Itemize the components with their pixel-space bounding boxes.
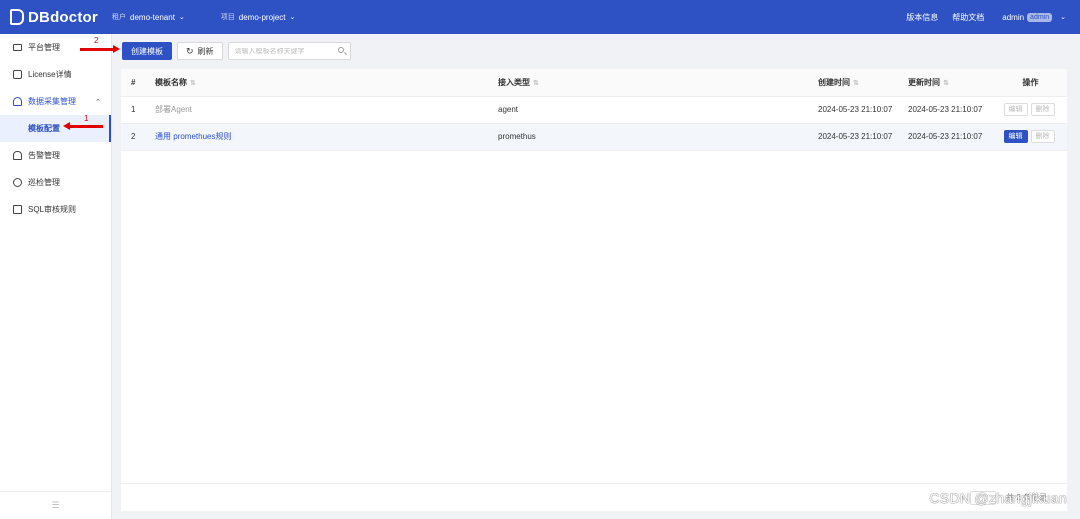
cycle-icon xyxy=(13,178,22,187)
create-template-button[interactable]: 创建模板 xyxy=(122,42,172,60)
edit-button[interactable]: 编辑 xyxy=(1003,103,1028,116)
refresh-icon: ↻ xyxy=(186,45,194,56)
column-header-index: # xyxy=(121,69,145,97)
project-label: 项目 xyxy=(220,14,235,21)
sidebar-collapse-button[interactable]: ☰ xyxy=(0,491,111,519)
row-name: 部署Agent xyxy=(145,96,488,124)
row-updated: 2024-05-23 21:10:07 xyxy=(898,96,994,124)
app-logo[interactable]: DBdoctor xyxy=(0,9,112,26)
template-name: 部署Agent xyxy=(155,105,192,114)
sidebar-item-label: 模板配置 xyxy=(28,124,60,133)
sidebar-item-sql-audit[interactable]: SQL审核规则 xyxy=(0,196,111,223)
user-role-badge: admin xyxy=(1027,12,1053,22)
sidebar-item-template-config[interactable]: 模板配置 xyxy=(0,115,111,142)
sort-icon[interactable]: ⇅ xyxy=(943,80,949,87)
watermark: CSDN @zhangjikuan xyxy=(929,490,1067,506)
help-docs-link[interactable]: 帮助文档 xyxy=(952,12,984,23)
template-table-panel: # 模板名称 ⇅ 接入类型 ⇅ 创建时间 ⇅ 更新时间 ⇅ 操作 1 部署Agent a… xyxy=(121,69,1067,511)
column-header-created[interactable]: 创建时间 ⇅ xyxy=(808,69,898,97)
tenant-label: 租户 xyxy=(112,14,126,21)
menu-collapse-icon: ☰ xyxy=(51,500,60,510)
tenant-value: demo-tenant xyxy=(130,12,175,22)
sidebar-item-label: 平台管理 xyxy=(28,43,60,52)
document-icon xyxy=(13,205,22,214)
annotation-arrow-right xyxy=(80,45,120,53)
top-navigation-bar: DBdoctor 租户 demo-tenant ⌄ 项目 demo-projec… xyxy=(0,0,1080,34)
edit-button[interactable]: 编辑 xyxy=(1003,130,1028,143)
people-icon xyxy=(13,97,22,106)
user-menu[interactable]: admin admin ⌄ xyxy=(1002,12,1066,22)
annotation-number-1: 1 xyxy=(84,114,89,123)
row-type: agent xyxy=(488,96,808,124)
column-header-actions: 操作 xyxy=(994,69,1067,97)
sidebar-item-alerts[interactable]: 告警管理 xyxy=(0,142,111,169)
sidebar-item-label: 数据采集管理 xyxy=(28,97,76,106)
table-row: 2 通用 promethues规则 promethus 2024-05-23 2… xyxy=(121,123,1067,151)
chevron-down-icon: ⌄ xyxy=(178,14,185,21)
refresh-button-label: 刷新 xyxy=(197,46,214,56)
pagination: ‹ 共 2 条记录 xyxy=(121,483,1067,511)
column-header-type[interactable]: 接入类型 ⇅ xyxy=(488,69,808,97)
dbdoctor-logo-icon xyxy=(10,9,24,25)
chevron-down-icon: ⌄ xyxy=(1060,14,1066,21)
sidebar-item-license[interactable]: License详情 xyxy=(0,61,111,88)
template-table: # 模板名称 ⇅ 接入类型 ⇅ 创建时间 ⇅ 更新时间 ⇅ 操作 1 部署Agent a… xyxy=(121,69,1067,151)
sidebar: 平台管理 License详情 数据采集管理 ⌃ 模板配置 告警管理 巡检管理 S… xyxy=(0,34,112,519)
delete-button[interactable]: 删除 xyxy=(1030,103,1055,116)
search-box xyxy=(227,42,351,60)
delete-button[interactable]: 删除 xyxy=(1030,130,1055,143)
app-logo-text: DBdoctor xyxy=(28,8,98,26)
row-actions: 编辑 删除 xyxy=(994,123,1067,151)
sidebar-item-label: SQL审核规则 xyxy=(28,205,77,214)
row-index: 2 xyxy=(121,123,145,151)
bell-icon xyxy=(13,151,22,160)
row-created: 2024-05-23 21:10:07 xyxy=(808,123,898,151)
column-header-label: 模板名称 xyxy=(155,77,187,87)
sort-icon[interactable]: ⇅ xyxy=(853,80,859,87)
search-input[interactable] xyxy=(234,47,335,55)
sidebar-item-inspection[interactable]: 巡检管理 xyxy=(0,169,111,196)
sidebar-item-label: 巡检管理 xyxy=(28,178,60,187)
version-info-link[interactable]: 版本信息 xyxy=(906,12,938,23)
tenant-selector[interactable]: 租户 demo-tenant ⌄ xyxy=(112,12,221,22)
sort-icon[interactable]: ⇅ xyxy=(190,80,196,87)
row-actions: 编辑 删除 xyxy=(994,96,1067,124)
row-type: promethus xyxy=(488,123,808,151)
column-header-label: 接入类型 xyxy=(498,77,530,87)
table-row: 1 部署Agent agent 2024-05-23 21:10:07 2024… xyxy=(121,96,1067,124)
chevron-up-icon: ⌃ xyxy=(95,98,101,106)
sidebar-item-label: License详情 xyxy=(28,70,72,79)
column-header-label: 创建时间 xyxy=(818,77,850,87)
project-selector[interactable]: 项目 demo-project ⌄ xyxy=(221,12,332,22)
search-icon[interactable] xyxy=(337,47,344,53)
row-created: 2024-05-23 21:10:07 xyxy=(808,96,898,124)
refresh-button[interactable]: ↻ 刷新 xyxy=(177,42,223,60)
monitor-icon xyxy=(13,44,22,51)
column-header-updated[interactable]: 更新时间 ⇅ xyxy=(898,69,994,97)
sidebar-item-label: 告警管理 xyxy=(28,151,60,160)
toolbar: 创建模板 ↻ 刷新 xyxy=(122,42,351,60)
user-name: admin xyxy=(1002,12,1025,22)
sort-icon[interactable]: ⇅ xyxy=(533,80,539,87)
row-name: 通用 promethues规则 xyxy=(145,123,488,151)
template-name-link[interactable]: 通用 promethues规则 xyxy=(155,132,231,141)
chevron-down-icon: ⌄ xyxy=(289,14,296,21)
column-header-name[interactable]: 模板名称 ⇅ xyxy=(145,69,488,97)
project-value: demo-project xyxy=(238,12,286,22)
column-header-label: 更新时间 xyxy=(908,77,940,87)
sidebar-item-data-collection[interactable]: 数据采集管理 ⌃ xyxy=(0,88,111,115)
row-updated: 2024-05-23 21:10:07 xyxy=(898,123,994,151)
row-index: 1 xyxy=(121,96,145,124)
annotation-number-2: 2 xyxy=(94,36,99,45)
table-header-row: # 模板名称 ⇅ 接入类型 ⇅ 创建时间 ⇅ 更新时间 ⇅ 操作 xyxy=(121,69,1067,97)
annotation-arrow-left xyxy=(63,122,103,130)
lock-icon xyxy=(13,70,22,79)
